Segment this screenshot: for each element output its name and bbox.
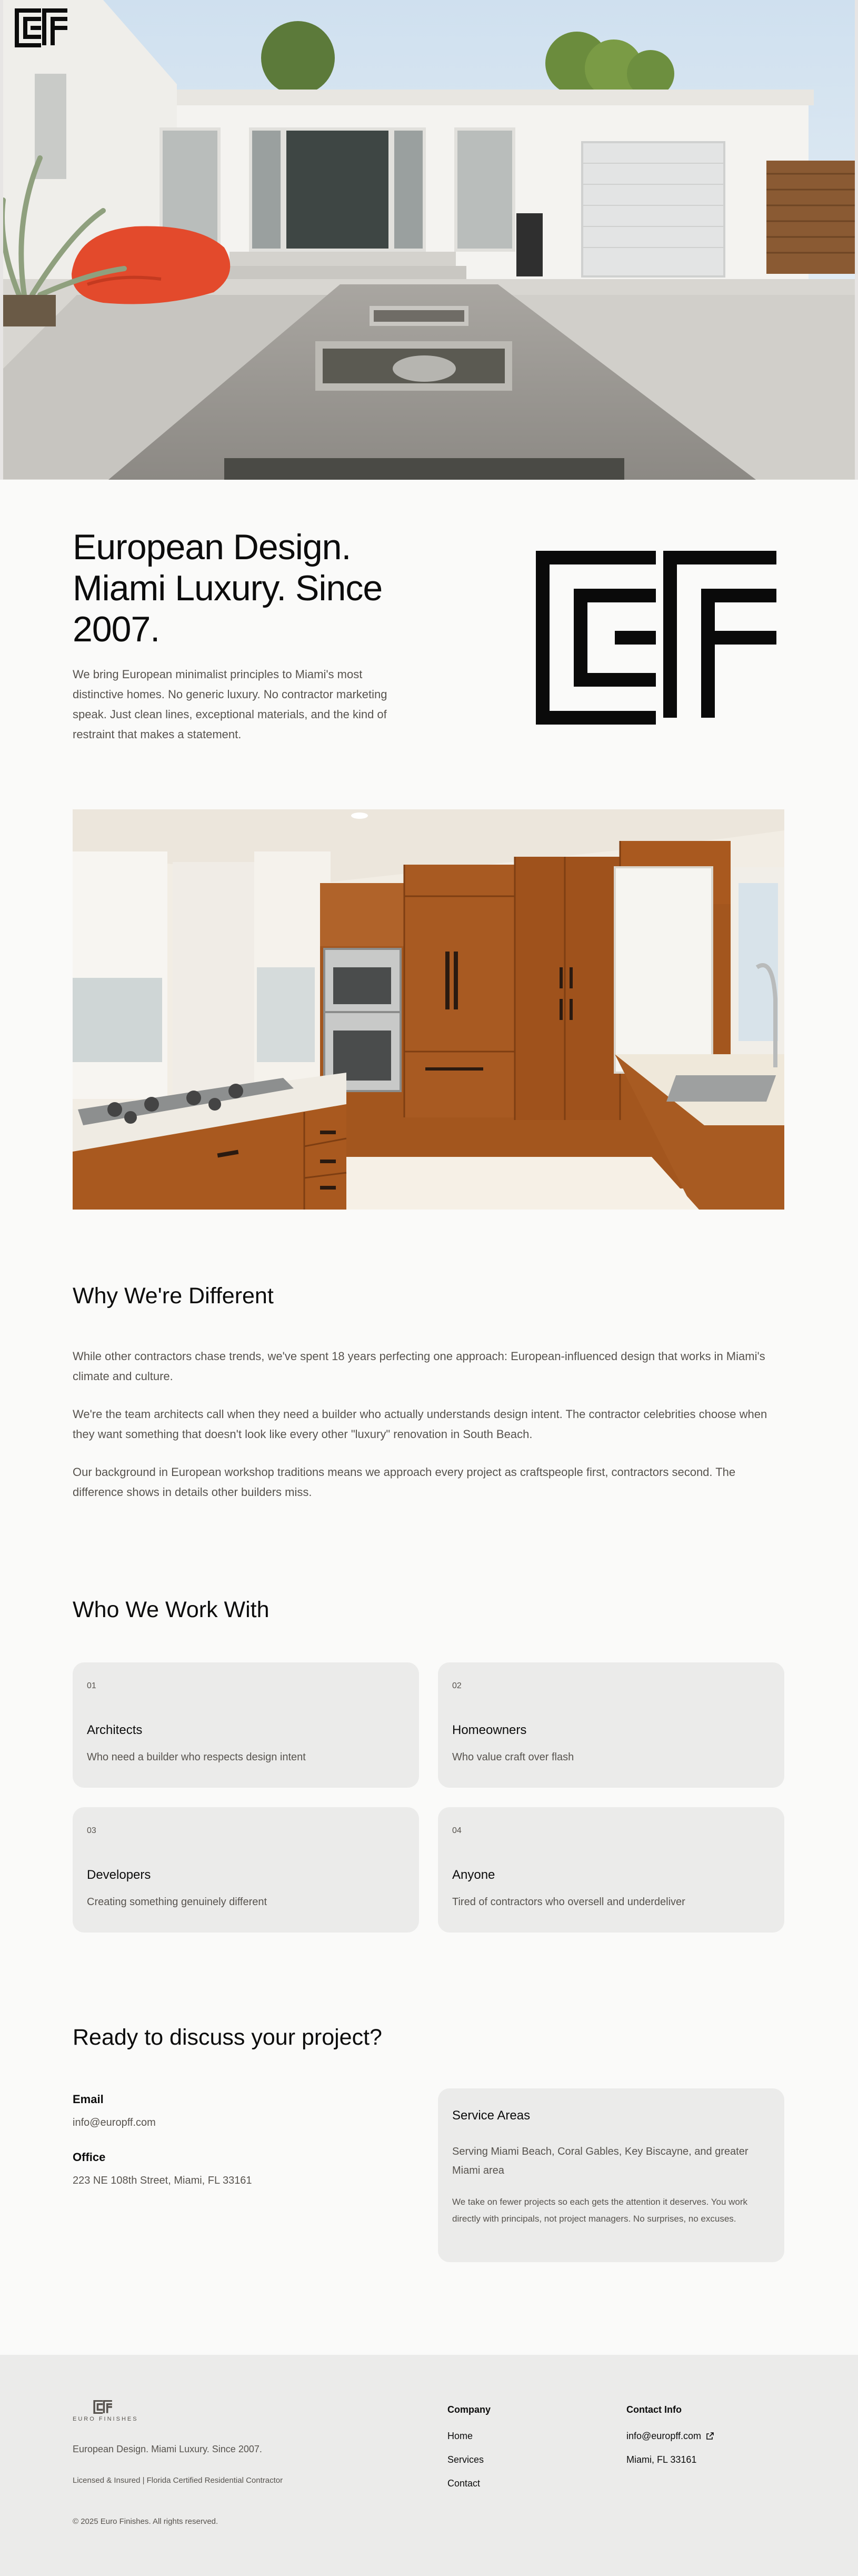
footer-contact-heading: Contact Info xyxy=(626,2404,682,2415)
kitchen-image xyxy=(73,809,784,1210)
footer-logo-icon xyxy=(93,2400,112,2414)
footer-email-link[interactable]: info@europff.com xyxy=(626,2431,714,2442)
card-title: Homeowners xyxy=(452,1723,527,1737)
brand-logo-icon[interactable] xyxy=(15,8,69,47)
client-card-developers: 03 Developers Creating something genuine… xyxy=(73,1807,419,1933)
card-number: 01 xyxy=(87,1681,96,1690)
headline-line: 2007. xyxy=(73,609,160,649)
card-description: Who value craft over flash xyxy=(452,1751,574,1763)
card-title: Anyone xyxy=(452,1868,495,1882)
card-title: Developers xyxy=(87,1868,151,1882)
hero-headline: European Design. Miami Luxury. Since 200… xyxy=(73,527,410,650)
footer-logo-text: EURO FINISHES xyxy=(73,2416,138,2422)
card-description: Creating something genuinely different xyxy=(87,1896,267,1908)
service-areas-note: We take on fewer projects so each gets t… xyxy=(452,2197,748,2224)
footer-license: Licensed & Insured | Florida Certified R… xyxy=(73,2476,283,2485)
card-description: Tired of contractors who oversell and un… xyxy=(452,1896,685,1908)
who-title: Who We Work With xyxy=(73,1597,270,1622)
email-label: Email xyxy=(73,2093,104,2106)
footer-tagline: European Design. Miami Luxury. Since 200… xyxy=(73,2444,262,2454)
footer-link-home[interactable]: Home xyxy=(447,2431,473,2442)
hero-image xyxy=(0,0,858,480)
office-address: 223 NE 108th Street, Miami, FL 33161 xyxy=(73,2175,252,2186)
headline-line: Miami Luxury. Since xyxy=(73,568,383,608)
card-title: Architects xyxy=(87,1723,143,1737)
footer: EURO FINISHES European Design. Miami Lux… xyxy=(0,2355,858,2576)
contact-title: Ready to discuss your project? xyxy=(73,2025,382,2050)
external-link-icon xyxy=(706,2432,714,2440)
service-areas-body: Serving Miami Beach, Coral Gables, Key B… xyxy=(452,2146,749,2176)
why-paragraph: While other contractors chase trends, we… xyxy=(73,1350,765,1383)
footer-email-text: info@europff.com xyxy=(626,2431,702,2441)
why-paragraph: We're the team architects call when they… xyxy=(73,1408,767,1441)
footer-copyright: © 2025 Euro Finishes. All rights reserve… xyxy=(73,2517,218,2526)
brand-mark-icon xyxy=(536,551,776,725)
why-title: Why We're Different xyxy=(73,1283,274,1309)
service-areas-title: Service Areas xyxy=(452,2108,531,2123)
footer-city: Miami, FL 33161 xyxy=(626,2454,697,2465)
card-number: 04 xyxy=(452,1826,462,1835)
client-card-homeowners: 02 Homeowners Who value craft over flash xyxy=(438,1662,784,1788)
footer-company-heading: Company xyxy=(447,2404,491,2415)
office-label: Office xyxy=(73,2151,106,2164)
card-description: Who need a builder who respects design i… xyxy=(87,1751,306,1763)
card-number: 02 xyxy=(452,1681,462,1690)
intro-section: European Design. Miami Luxury. Since 200… xyxy=(73,527,410,745)
headline-line: European Design. xyxy=(73,527,351,567)
client-card-anyone: 04 Anyone Tired of contractors who overs… xyxy=(438,1807,784,1933)
card-number: 03 xyxy=(87,1826,96,1835)
service-areas-card: Service Areas Serving Miami Beach, Coral… xyxy=(438,2088,784,2262)
footer-logo[interactable]: EURO FINISHES xyxy=(73,2400,138,2422)
why-paragraph: Our background in European workshop trad… xyxy=(73,1465,736,1499)
email-link[interactable]: info@europff.com xyxy=(73,2117,156,2129)
footer-link-services[interactable]: Services xyxy=(447,2454,484,2465)
footer-link-contact[interactable]: Contact xyxy=(447,2478,480,2489)
intro-body: We bring European minimalist principles … xyxy=(73,668,387,741)
client-card-architects: 01 Architects Who need a builder who res… xyxy=(73,1662,419,1788)
